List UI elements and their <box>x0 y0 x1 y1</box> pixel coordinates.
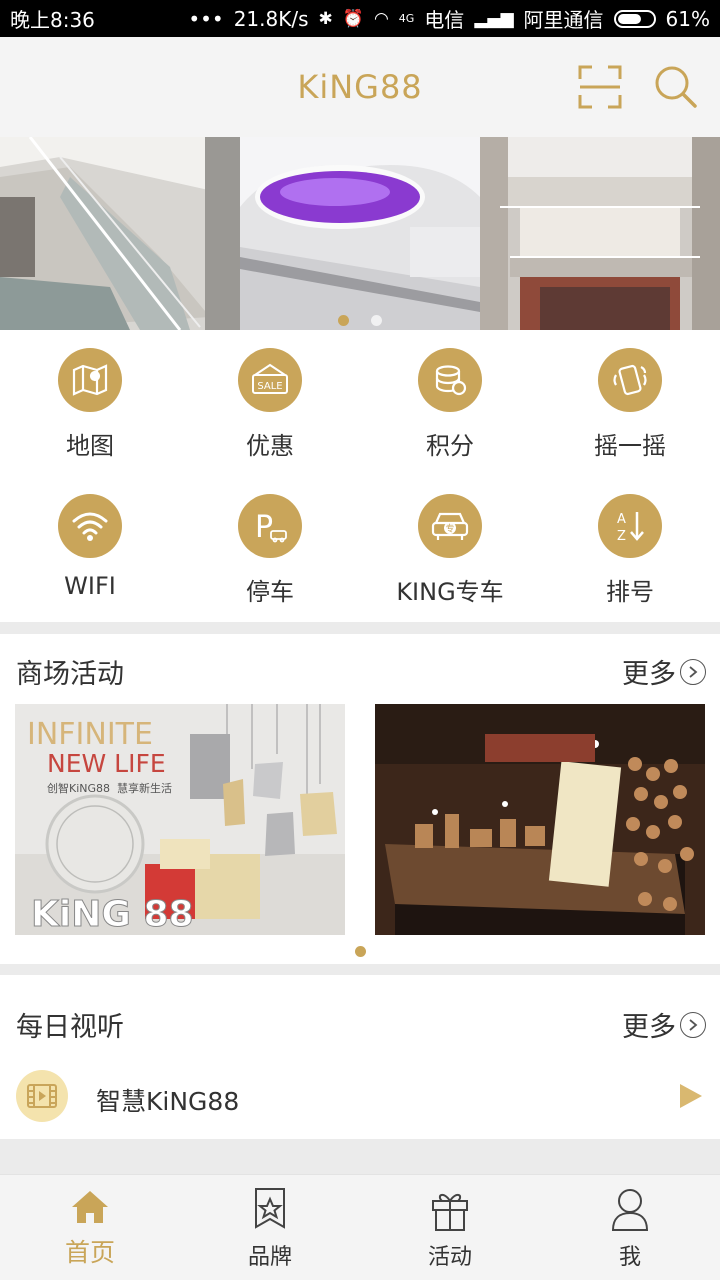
event-card-king88[interactable]: INFINITE NEW LIFE 创智KiNG88 慧享新生活 KiNG 88 <box>15 704 345 935</box>
daily-media-label: 智慧KiNG88 <box>96 1087 240 1116</box>
tab-events-label: 活动 <box>427 1245 472 1270</box>
queue-sort-icon: AZ <box>598 494 662 558</box>
status-speed: 21.8K/s <box>233 6 309 31</box>
event-card-line4: 慧享新生活 <box>117 781 172 795</box>
wifi-icon <box>58 494 122 558</box>
tab-me-label: 我 <box>618 1245 641 1270</box>
scan-icon[interactable] <box>578 65 622 109</box>
events-title: 商场活动 <box>16 659 124 690</box>
gift-icon <box>432 1194 468 1231</box>
bottom-tab-bar: 首页 品牌 活动 我 <box>0 1174 720 1280</box>
banner-pagination <box>0 315 720 326</box>
status-dots: ••• <box>188 6 224 31</box>
event-card-market[interactable] <box>375 704 705 935</box>
car-icon: 专 <box>418 494 482 558</box>
user-icon <box>611 1189 649 1231</box>
film-icon <box>16 1070 68 1122</box>
event-card-line3: 创智KiNG88 <box>47 781 110 795</box>
menu-label-queue: 排号 <box>606 578 654 606</box>
event-card-line1: INFINITE <box>27 717 153 752</box>
banner-dot-active[interactable] <box>338 315 349 326</box>
banner-image-mall-floors <box>480 137 720 330</box>
tab-home[interactable]: 首页 <box>0 1175 180 1280</box>
shake-phone-icon <box>598 348 662 412</box>
network-type: 4G <box>398 12 415 25</box>
banner-carousel[interactable] <box>0 137 720 330</box>
menu-item-deals[interactable]: SALE 优惠 <box>180 330 360 476</box>
car-icon-text: 专 <box>445 523 454 535</box>
status-time: 晚上8:36 <box>10 8 95 32</box>
menu-label-king-car: KING专车 <box>396 578 504 606</box>
sort-letter-a: A <box>617 512 626 527</box>
sale-text: SALE <box>257 381 282 392</box>
app-header: KiNG88 <box>0 37 720 137</box>
parking-icon: P <box>238 494 302 558</box>
daily-media-section: 每日视听 更多 智慧KiNG88 <box>0 975 720 1139</box>
sort-letter-z: Z <box>617 529 626 544</box>
app-screen: 晚上8:36 ••• 21.8K/s ✱ ⏰ ◠ 4G 电信 ▂▄▆ 阿里通信 … <box>0 0 720 1280</box>
daily-title: 每日视听 <box>16 1012 124 1043</box>
chevron-right-icon <box>680 658 706 685</box>
feature-menu: 地图 SALE 优惠 积分 摇一摇 WIFI P 停车 专 KING专车 A Z… <box>0 330 720 622</box>
menu-item-points[interactable]: 积分 <box>360 330 540 476</box>
daily-media-item[interactable]: 智慧KiNG88 <box>0 1070 720 1140</box>
menu-item-king-car[interactable]: 专 KING专车 <box>360 476 540 622</box>
tab-brands-label: 品牌 <box>247 1245 292 1270</box>
chevron-right-icon <box>680 1011 706 1038</box>
coins-icon <box>418 348 482 412</box>
daily-more-link[interactable]: 更多 <box>622 1005 706 1044</box>
battery-level: 61% <box>665 6 710 31</box>
events-dot-active[interactable] <box>354 946 366 957</box>
menu-label-wifi: WIFI <box>64 572 116 600</box>
daily-more-label: 更多 <box>622 1012 676 1043</box>
tab-me[interactable]: 我 <box>540 1175 720 1280</box>
parking-letter: P <box>255 510 273 545</box>
home-icon <box>72 1191 108 1223</box>
battery-icon <box>613 9 656 28</box>
events-pagination <box>0 946 720 957</box>
menu-label-deals: 优惠 <box>246 432 294 460</box>
wifi-status-icon: ◠ <box>373 8 389 29</box>
menu-item-wifi[interactable]: WIFI <box>0 476 180 622</box>
menu-item-shake[interactable]: 摇一摇 <box>540 330 720 476</box>
tab-home-label: 首页 <box>64 1238 115 1267</box>
banner-image-escalator <box>0 137 240 330</box>
alarm-icon: ⏰ <box>342 8 364 29</box>
menu-item-map[interactable]: 地图 <box>0 330 180 476</box>
search-icon[interactable] <box>652 63 698 109</box>
event-card-logo-text: KiNG 88 <box>31 894 194 935</box>
menu-label-parking: 停车 <box>246 578 294 606</box>
carrier-2: 阿里通信 <box>523 8 604 32</box>
status-bar: 晚上8:36 ••• 21.8K/s ✱ ⏰ ◠ 4G 电信 ▂▄▆ 阿里通信 … <box>0 0 720 37</box>
events-more-label: 更多 <box>622 659 676 690</box>
menu-label-map: 地图 <box>66 432 114 460</box>
events-more-link[interactable]: 更多 <box>622 652 706 691</box>
tab-brands[interactable]: 品牌 <box>180 1175 360 1280</box>
bluetooth-icon: ✱ <box>318 8 333 29</box>
sale-tag-icon: SALE <box>238 348 302 412</box>
tab-events[interactable]: 活动 <box>360 1175 540 1280</box>
menu-label-shake: 摇一摇 <box>594 432 666 460</box>
menu-item-parking[interactable]: P 停车 <box>180 476 360 622</box>
menu-item-queue[interactable]: AZ 排号 <box>540 476 720 622</box>
banner-image-atrium <box>240 137 480 330</box>
signal-icon: ▂▄▆ <box>474 8 514 29</box>
app-title: KiNG88 <box>297 68 423 106</box>
carrier-1: 电信 <box>424 8 465 32</box>
play-icon[interactable] <box>678 1082 704 1110</box>
banner-dot[interactable] <box>371 315 382 326</box>
events-section: 商场活动 更多 INFINITE NEW LIFE 创智KiNG88 慧享新生活 <box>0 634 720 964</box>
brand-star-icon <box>255 1188 285 1229</box>
event-card-line2: NEW LIFE <box>47 749 166 778</box>
menu-label-points: 积分 <box>426 432 474 460</box>
map-icon <box>58 348 122 412</box>
